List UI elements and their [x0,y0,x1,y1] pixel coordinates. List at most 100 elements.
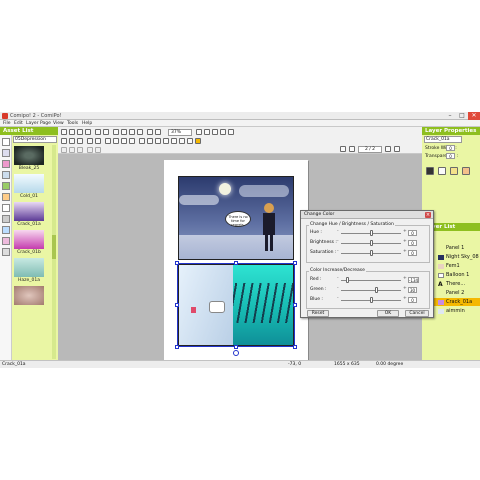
layer-name-field[interactable]: Crack_01a [424,136,462,143]
resize-handle[interactable] [293,345,297,349]
asset-tile-cold[interactable] [14,174,44,193]
layer-effect-icon[interactable] [426,167,434,175]
save-icon[interactable] [77,129,83,135]
layer-item[interactable]: Panel 1 [434,244,480,252]
hue-slider-thumb[interactable] [370,230,373,236]
transparency-field[interactable]: 0 [446,153,455,159]
menu-tools[interactable]: Tools [67,121,78,126]
asset-tile-crack-01b[interactable] [14,230,44,249]
hue-value-field[interactable]: 0 [408,230,417,236]
blue-value-field[interactable]: 0 [408,297,417,303]
green-slider-thumb[interactable] [375,287,378,293]
print-icon[interactable] [85,129,91,135]
reset-button[interactable]: Reset [307,310,329,317]
resize-handle[interactable] [293,261,297,265]
menu-view[interactable]: View [53,121,64,126]
category-tab-icon[interactable] [2,171,10,179]
align-icon[interactable] [61,138,67,144]
cancel-button[interactable]: Cancel [405,310,429,317]
menu-page[interactable]: Page [40,121,51,126]
close-window-button[interactable]: ✕ [468,112,480,120]
group-icon[interactable] [155,138,161,144]
fit-width-icon[interactable] [220,129,226,135]
ok-button[interactable]: OK [377,310,399,317]
delete-icon[interactable] [137,129,143,135]
asset-scrollbar[interactable] [52,145,56,359]
zoom-in-icon[interactable] [196,129,202,135]
category-tab-icon[interactable] [2,138,10,146]
selection-box[interactable] [177,263,295,347]
resize-handle[interactable] [234,261,238,265]
page-next-icon[interactable] [385,146,391,152]
red-slider-thumb[interactable] [346,277,349,283]
menu-edit[interactable]: Edit [14,121,23,126]
minimize-button[interactable]: – [444,112,456,120]
color-icon[interactable] [187,138,193,144]
category-tab-icon[interactable] [2,149,10,157]
actual-size-icon[interactable] [228,129,234,135]
cut-icon[interactable] [113,129,119,135]
dialog-close-button[interactable]: × [425,212,431,218]
speech-bubble[interactable]: There is no time for regrets. [225,211,251,227]
category-tab-icon[interactable] [2,204,10,212]
flip-h-icon[interactable] [121,138,127,144]
page-last-icon[interactable] [394,146,400,152]
resize-handle[interactable] [175,261,179,265]
copy-icon[interactable] [121,129,127,135]
effect-icon[interactable] [171,138,177,144]
brightness-value-field[interactable]: 0 [408,240,417,246]
ruler-icon[interactable] [155,129,161,135]
open-icon[interactable] [69,129,75,135]
category-tab-icon[interactable] [2,248,10,256]
layer-item[interactable]: Panel 2 [434,289,480,297]
zoom-out-icon[interactable] [204,129,210,135]
asset-tile-bleak[interactable] [14,146,44,165]
category-tab-icon[interactable] [2,160,10,168]
category-tab-icon[interactable] [2,226,10,234]
layer-effect-icon[interactable] [438,167,446,175]
page-first-icon[interactable] [349,146,355,152]
change-color-icon[interactable] [195,138,201,144]
resize-handle[interactable] [175,345,179,349]
brightness-slider-thumb[interactable] [370,240,373,246]
panel-1[interactable]: There is no time for regrets. [178,176,294,260]
rotate-icon[interactable] [139,138,145,144]
menu-help[interactable]: Help [82,121,92,126]
arrow-left-icon[interactable] [87,138,93,144]
layer-effect-icon[interactable] [450,167,458,175]
category-tab-icon[interactable] [2,193,10,201]
menu-layer[interactable]: Layer [26,121,39,126]
grid-icon[interactable] [147,129,153,135]
stroke-width-field[interactable]: 0 [446,145,455,151]
category-tab-icon[interactable] [2,182,10,190]
page-add-icon[interactable] [340,146,346,152]
asset-tile-misc[interactable] [14,286,44,305]
green-slider[interactable] [341,290,401,291]
paste-icon[interactable] [129,129,135,135]
maximize-button[interactable]: □ [456,112,468,120]
new-icon[interactable] [61,129,67,135]
filter-icon[interactable] [179,138,185,144]
saturation-slider-thumb[interactable] [370,250,373,256]
fit-page-icon[interactable] [212,129,218,135]
undo-icon[interactable] [95,129,101,135]
asset-category-dropdown[interactable]: 05Depression [13,136,57,143]
send-back-icon[interactable] [113,138,119,144]
arrow-right-icon[interactable] [95,138,101,144]
blue-slider-thumb[interactable] [370,297,373,303]
arrow-down-icon[interactable] [77,138,83,144]
category-tab-icon[interactable] [2,215,10,223]
ungroup-icon[interactable] [163,138,169,144]
asset-scrollbar-thumb[interactable] [52,235,56,259]
resize-handle[interactable] [234,345,238,349]
resize-handle[interactable] [293,303,297,307]
rotate-handle[interactable] [233,350,239,356]
bring-front-icon[interactable] [105,138,111,144]
resize-handle[interactable] [175,303,179,307]
asset-tile-haze[interactable] [14,258,44,277]
saturation-value-field[interactable]: 0 [408,250,417,256]
arrow-up-icon[interactable] [69,138,75,144]
green-value-field[interactable]: 30 [408,287,417,293]
lock-icon[interactable] [147,138,153,144]
page-number-field[interactable]: 2 / 2 [358,146,382,153]
